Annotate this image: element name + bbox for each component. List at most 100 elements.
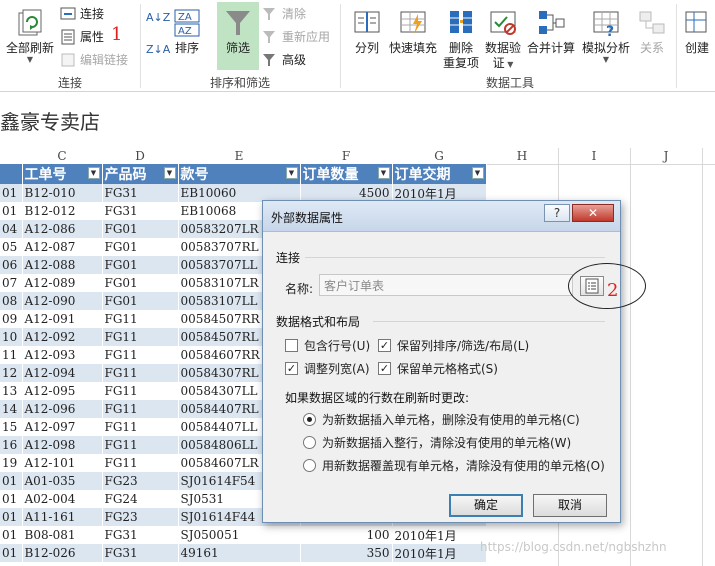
consolidate-button[interactable]: 合并计算 [525, 8, 577, 56]
table-cell[interactable]: A12-094 [22, 364, 103, 382]
close-button[interactable]: ✕ [572, 204, 614, 222]
table-cell[interactable]: 2010年1月 [392, 526, 487, 544]
connection-name-field[interactable] [319, 274, 573, 296]
table-cell[interactable]: A11-161 [22, 508, 103, 526]
ok-button[interactable]: 确定 [449, 494, 523, 517]
sort-button[interactable]: ZA AZ 排序 [170, 8, 204, 56]
sort-ascending-button[interactable]: A↓Z [146, 8, 170, 28]
table-cell[interactable]: FG31 [102, 202, 179, 220]
table-cell[interactable]: A12-095 [22, 382, 103, 400]
table-cell[interactable]: FG01 [102, 220, 179, 238]
table-cell[interactable]: FG11 [102, 418, 179, 436]
table-cell[interactable]: 05 [0, 238, 23, 256]
properties-button[interactable]: 属性 [60, 27, 104, 47]
table-cell[interactable]: 49161 [178, 544, 301, 562]
sort-descending-button[interactable]: Z↓A [146, 40, 170, 60]
header-product-code[interactable]: 产品码 ▼ [102, 164, 179, 184]
flash-fill-button[interactable]: 快速填充 [388, 8, 438, 56]
table-cell[interactable]: 13 [0, 382, 23, 400]
filter-dropdown-icon[interactable]: ▼ [87, 167, 100, 179]
table-cell[interactable]: A12-101 [22, 454, 103, 472]
table-cell[interactable]: 350 [300, 544, 393, 562]
table-cell[interactable]: 01 [0, 544, 23, 562]
table-cell[interactable]: 10 [0, 328, 23, 346]
table-cell[interactable]: 01 [0, 490, 23, 508]
table-cell[interactable]: FG11 [102, 436, 179, 454]
table-cell[interactable]: FG11 [102, 310, 179, 328]
table-cell[interactable]: 09 [0, 310, 23, 328]
table-cell[interactable]: FG01 [102, 274, 179, 292]
advanced-button[interactable]: 高级 [262, 50, 306, 70]
table-cell[interactable]: FG01 [102, 238, 179, 256]
table-cell[interactable]: A12-098 [22, 436, 103, 454]
refresh-all-button[interactable]: 全部刷新 ▼ [4, 8, 56, 64]
table-cell[interactable]: FG01 [102, 292, 179, 310]
table-cell[interactable]: A12-088 [22, 256, 103, 274]
remove-duplicates-button[interactable]: 删除 重复项 [440, 8, 482, 71]
table-cell[interactable]: FG31 [102, 544, 179, 562]
help-button[interactable]: ? [544, 204, 570, 222]
table-cell[interactable]: FG11 [102, 382, 179, 400]
filter-dropdown-icon[interactable]: ▼ [285, 167, 298, 179]
table-cell[interactable]: FG11 [102, 328, 179, 346]
table-cell[interactable]: FG31 [102, 184, 179, 202]
table-cell[interactable]: FG24 [102, 490, 179, 508]
include-row-numbers-checkbox[interactable]: 包含行号(U) [285, 337, 370, 354]
header-order-quantity[interactable]: 订单数量 ▼ [300, 164, 393, 184]
table-cell[interactable]: 16 [0, 436, 23, 454]
table-cell[interactable]: 06 [0, 256, 23, 274]
table-cell[interactable]: A01-035 [22, 472, 103, 490]
table-cell[interactable]: 08 [0, 292, 23, 310]
table-cell[interactable]: FG11 [102, 454, 179, 472]
reapply-button[interactable]: 重新应用 [262, 27, 330, 47]
table-cell[interactable]: FG01 [102, 256, 179, 274]
table-cell[interactable]: A02-004 [22, 490, 103, 508]
table-cell[interactable]: FG11 [102, 400, 179, 418]
insert-cells-radio[interactable]: 为新数据插入单元格，删除没有使用的单元格(C) [303, 411, 580, 428]
table-cell[interactable]: 19 [0, 454, 23, 472]
cancel-button[interactable]: 取消 [533, 494, 607, 517]
column-header-e[interactable]: E [178, 148, 300, 164]
dialog-titlebar[interactable]: 外部数据属性 ? ✕ [263, 201, 620, 232]
filter-dropdown-icon[interactable]: ▼ [377, 167, 390, 179]
what-if-analysis-button[interactable]: ? 模拟分析 ▼ [579, 8, 633, 64]
table-cell[interactable]: 11 [0, 346, 23, 364]
table-cell[interactable]: A12-093 [22, 346, 103, 364]
table-cell[interactable]: 2010年1月 [392, 544, 487, 562]
adjust-column-width-checkbox[interactable]: ✓ 调整列宽(A) [285, 360, 370, 377]
table-cell[interactable]: A12-097 [22, 418, 103, 436]
preserve-cell-format-checkbox[interactable]: ✓ 保留单元格格式(S) [378, 360, 498, 377]
header-style-number[interactable]: 款号 ▼ [178, 164, 301, 184]
header-delivery-date[interactable]: 订单交期 ▼ [392, 164, 487, 184]
text-to-columns-button[interactable]: 分列 [348, 8, 386, 56]
table-cell[interactable]: B12-012 [22, 202, 103, 220]
table-cell[interactable]: 07 [0, 274, 23, 292]
edit-links-button[interactable]: 编辑链接 [60, 50, 128, 70]
column-header-i[interactable]: I [558, 148, 630, 164]
insert-rows-radio[interactable]: 为新数据插入整行，清除没有使用的单元格(W) [303, 434, 571, 451]
table-cell[interactable]: FG23 [102, 508, 179, 526]
table-cell[interactable]: A12-089 [22, 274, 103, 292]
table-cell[interactable]: A12-090 [22, 292, 103, 310]
column-header-j[interactable]: J [630, 148, 702, 164]
filter-button[interactable]: 筛选 [217, 2, 259, 70]
table-cell[interactable]: B12-026 [22, 544, 103, 562]
table-cell[interactable]: FG11 [102, 364, 179, 382]
header-work-order[interactable]: 工单号 ▼ [22, 164, 103, 184]
table-cell[interactable]: 14 [0, 400, 23, 418]
table-cell[interactable]: FG31 [102, 526, 179, 544]
table-cell[interactable]: A12-087 [22, 238, 103, 256]
preserve-sort-checkbox[interactable]: ✓ 保留列排序/筛选/布局(L) [378, 337, 529, 354]
connections-button[interactable]: 连接 [60, 4, 104, 24]
table-cell[interactable]: SJ050051 [178, 526, 301, 544]
table-cell[interactable]: 04 [0, 220, 23, 238]
relationships-button[interactable]: 关系 [634, 8, 670, 56]
column-header-c[interactable]: C [22, 148, 102, 164]
clear-button[interactable]: 清除 [262, 4, 306, 24]
table-cell[interactable]: 15 [0, 418, 23, 436]
column-header-d[interactable]: D [102, 148, 178, 164]
table-cell[interactable]: 100 [300, 526, 393, 544]
column-header-h[interactable]: H [486, 148, 558, 164]
table-cell[interactable]: A12-086 [22, 220, 103, 238]
table-cell[interactable]: A12-091 [22, 310, 103, 328]
